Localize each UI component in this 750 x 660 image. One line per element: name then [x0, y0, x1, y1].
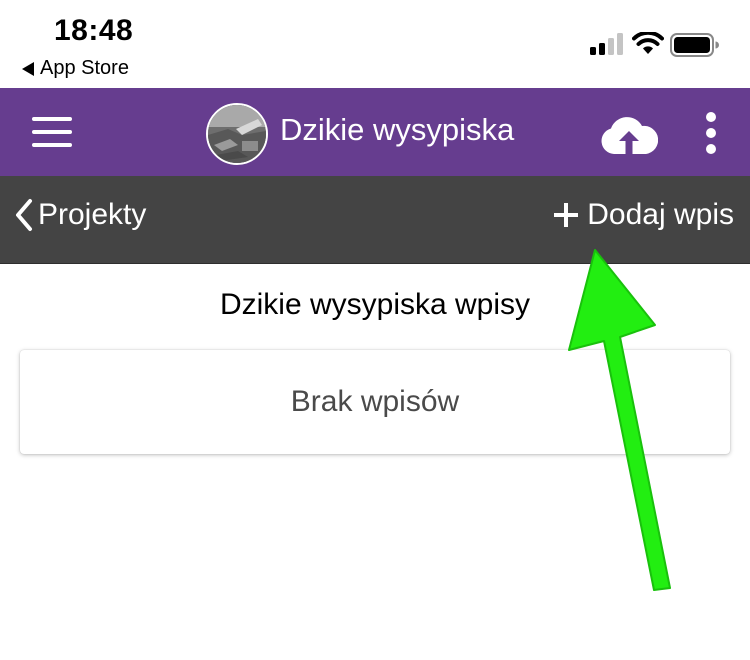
app-title: Dzikie wysypiska	[280, 112, 515, 147]
back-button-label: Projekty	[38, 198, 147, 231]
status-bar: 18:48 App Store	[0, 0, 750, 88]
empty-entries-card: Brak wpisów	[20, 350, 730, 454]
return-app-label: App Store	[40, 57, 129, 79]
toolbar: Projekty Dodaj wpis	[0, 176, 750, 264]
upload-cloud-icon[interactable]	[600, 114, 658, 154]
more-icon-dot	[706, 144, 716, 154]
app-screen: 18:48 App Store Dzikie wysypiska Projekt…	[0, 0, 750, 660]
wifi-icon	[632, 32, 664, 54]
menu-icon-line	[32, 130, 72, 134]
empty-message: Brak wpisów	[290, 385, 460, 418]
add-entry-button[interactable]: Dodaj wpis	[553, 198, 734, 232]
back-to-projects-button[interactable]: Projekty	[14, 198, 146, 232]
return-to-app-link[interactable]: App Store	[22, 57, 129, 80]
app-bar: Dzikie wysypiska	[0, 88, 750, 176]
page-title: Dzikie wysypiska wpisy	[219, 288, 531, 321]
more-vertical-icon[interactable]	[704, 112, 718, 154]
menu-icon-line	[32, 143, 72, 147]
back-triangle-icon	[22, 61, 34, 76]
add-entry-label: Dodaj wpis	[587, 198, 734, 231]
more-icon-dot	[706, 112, 716, 122]
more-icon-dot	[706, 128, 716, 138]
cellular-signal-icon	[590, 33, 623, 55]
chevron-left-icon	[16, 199, 32, 231]
menu-icon[interactable]	[32, 117, 72, 147]
plus-icon	[554, 203, 579, 227]
status-time: 18:48	[54, 14, 134, 47]
menu-icon-line	[32, 117, 72, 121]
battery-icon	[670, 33, 719, 57]
project-photo-image	[208, 105, 266, 163]
project-avatar	[206, 103, 268, 165]
